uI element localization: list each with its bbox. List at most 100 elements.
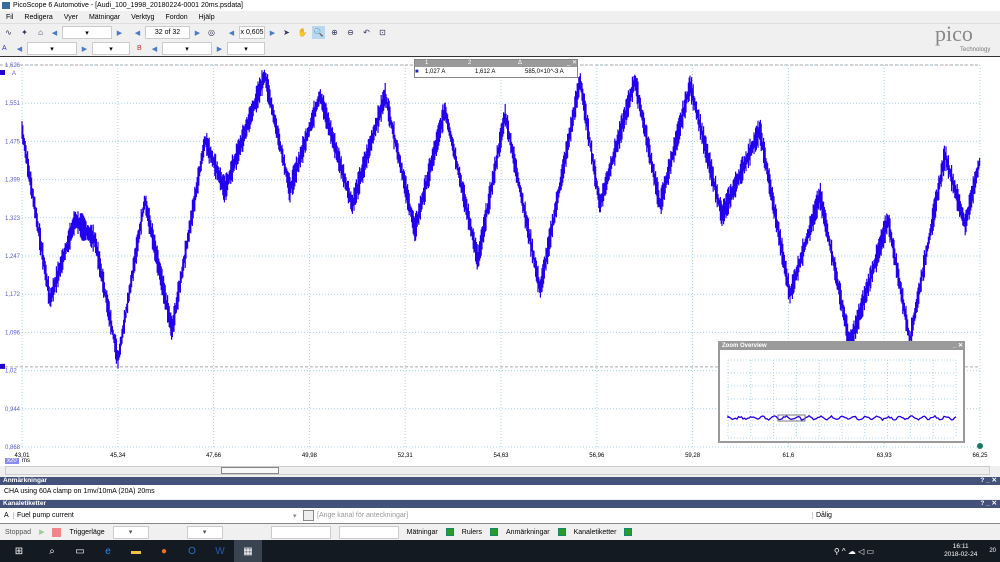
menu-views[interactable]: Vyer <box>64 14 78 21</box>
file-explorer-icon[interactable]: ▬ <box>122 540 150 562</box>
channel-b-range[interactable]: ▾ <box>162 42 212 55</box>
x-tick-label: 61,6 <box>783 453 795 459</box>
menu-edit[interactable]: Redigera <box>24 14 52 21</box>
channel-a-range[interactable]: ▾ <box>27 42 77 55</box>
zoom-in-icon[interactable]: ⊕ <box>328 26 341 39</box>
channel-label-row: A Fuel pump current ▾ [Ange kanal för an… <box>0 508 1000 524</box>
pre-trigger-field[interactable] <box>338 525 399 539</box>
ruler-value-delta: 585,0×10^-3 A <box>525 69 564 75</box>
app-icon <box>2 2 10 9</box>
tray-icons[interactable]: ⚲ ^ ☁ ◁ ▭ <box>834 547 874 556</box>
buffer-prev-icon[interactable]: ◀ <box>133 29 142 37</box>
x-scale-badge: x20 <box>5 458 19 464</box>
add-measurement-icon[interactable] <box>445 528 454 536</box>
notes-close-icon[interactable]: ? _ ✕ <box>980 477 1000 485</box>
next-icon[interactable]: ▶ <box>115 29 124 37</box>
zoom-overview-panel[interactable]: Zoom Overview _ ✕ <box>718 341 965 443</box>
quality-select[interactable]: Dålig <box>812 512 1000 519</box>
title-bar: PicoScope 6 Automotive - [Audi_100_1998_… <box>0 0 1000 11</box>
channel-labels-header: Kanaletiketter ? _ ✕ <box>0 500 1000 508</box>
scope-mode-icon[interactable]: ∿ <box>2 26 15 39</box>
menu-help[interactable]: Hjälp <box>199 14 215 21</box>
annotations-label: Anmärkningar <box>506 528 550 536</box>
zoom-overview-title: Zoom Overview <box>722 343 767 349</box>
taskbar: ⊞ ⌕ ▭ e ▬ ● O W ▦ ⚲ ^ ☁ ◁ ▭ 16:11 2018-02… <box>0 540 1000 562</box>
home-icon[interactable]: ⌂ <box>34 26 47 39</box>
x-tick-label: 63,93 <box>877 453 893 459</box>
x-tick-label: 45,34 <box>110 453 126 459</box>
menu-file[interactable]: Fil <box>6 14 13 21</box>
zoom-fit-icon[interactable]: ⊡ <box>376 26 389 39</box>
notifications-icon[interactable]: 20 <box>989 548 996 554</box>
x-tick-label: 56,96 <box>589 453 605 459</box>
channel-b-button[interactable]: B <box>137 45 147 52</box>
logo-text: pico <box>935 21 973 46</box>
buffer-field[interactable]: 32 of 32 <box>145 26 190 39</box>
zoom-out-icon[interactable]: ⊖ <box>344 26 357 39</box>
dropdown-icon[interactable]: ▾ <box>293 512 303 520</box>
channel-a-coupling[interactable]: ▾ <box>92 42 130 55</box>
scrollbar-thumb[interactable] <box>221 467 279 474</box>
more-button[interactable] <box>303 510 314 521</box>
a-next-icon[interactable]: ▶ <box>80 45 89 53</box>
zoom-next-icon[interactable]: ▶ <box>268 29 277 37</box>
stop-icon[interactable] <box>52 527 62 537</box>
hand-icon[interactable]: ✋ <box>296 26 309 39</box>
channel-a-button[interactable]: A <box>2 45 12 52</box>
buffer-next-icon[interactable]: ▶ <box>193 29 202 37</box>
a-prev-icon[interactable]: ◀ <box>15 45 24 53</box>
channel-labels-icon[interactable] <box>624 528 633 536</box>
pointer-icon[interactable]: ➤ <box>280 26 293 39</box>
ruler-col-1: 1 <box>425 60 429 66</box>
prev-icon[interactable]: ◀ <box>50 29 59 37</box>
wand-icon[interactable]: ✦ <box>18 26 31 39</box>
zoom-field[interactable]: x 0,605 <box>239 26 265 39</box>
channel-label-select[interactable]: Fuel pump current <box>13 512 293 519</box>
channel-label-channel: A <box>4 512 9 519</box>
clock-date: 2018-02-24 <box>944 551 978 558</box>
task-view-icon[interactable]: ▭ <box>66 540 94 562</box>
zoom-prev-icon[interactable]: ◀ <box>227 29 236 37</box>
menu-vehicle[interactable]: Fordon <box>165 14 187 21</box>
search-icon[interactable]: ⌕ <box>38 540 66 562</box>
y-tick-label: 1,02 <box>5 369 17 375</box>
zoom-overview-close-icon[interactable]: _ ✕ <box>953 343 963 350</box>
b-prev-icon[interactable]: ◀ <box>150 45 159 53</box>
compass-icon[interactable]: ◎ <box>205 26 218 39</box>
scope-view[interactable]: 1,626 1,551 1,475 1,399 1,323 1,247 1,172 1,096… <box>0 57 1000 475</box>
undo-zoom-icon[interactable]: ↶ <box>360 26 373 39</box>
edge-icon[interactable]: e <box>94 540 122 562</box>
trigger-channel-select[interactable]: ▾ <box>186 525 223 539</box>
channel-labels-close-icon[interactable]: ? _ ✕ <box>980 500 1000 508</box>
timebase-select[interactable]: ▾ <box>62 26 112 39</box>
picoscope-taskbar-icon[interactable]: ▦ <box>234 540 262 562</box>
menu-measurements[interactable]: Mätningar <box>89 14 120 21</box>
annotations-icon[interactable] <box>557 528 566 536</box>
menu-tools[interactable]: Verktyg <box>131 14 154 21</box>
y-tick-label: 0,944 <box>5 407 21 413</box>
y-tick-label: 1,172 <box>5 292 21 298</box>
ruler-close-icon[interactable]: _ ✕ <box>567 60 577 67</box>
trigger-level-field[interactable] <box>270 525 331 539</box>
firefox-icon[interactable]: ● <box>150 540 178 562</box>
ruler-handle-2 <box>0 363 5 369</box>
trigger-mode-select[interactable]: ▾ <box>112 525 149 539</box>
rulers-label: Rulers <box>461 528 483 536</box>
y-tick-label: 1,399 <box>5 178 21 184</box>
horizontal-scrollbar[interactable] <box>5 466 990 475</box>
outlook-icon[interactable]: O <box>178 540 206 562</box>
zoom-overview-chart[interactable] <box>720 350 963 441</box>
channel-b-coupling[interactable]: ▾ <box>227 42 265 55</box>
zoom-select-icon[interactable]: 🔍 <box>312 26 325 39</box>
rulers-icon[interactable] <box>490 528 499 536</box>
notes-textarea[interactable]: CHA using 60A clamp on 1mv/10mA (20A) 20… <box>0 485 1000 499</box>
b-next-icon[interactable]: ▶ <box>215 45 224 53</box>
word-icon[interactable]: W <box>206 540 234 562</box>
channel-labels-label: Kanaletiketter <box>573 528 617 536</box>
windows-start-icon[interactable]: ⊞ <box>0 540 38 562</box>
y-tick-label: 1,323 <box>5 216 21 222</box>
note-channel-input[interactable]: [Ange kanal för anteckningar] <box>317 512 812 519</box>
window-title: PicoScope 6 Automotive - [Audi_100_1998_… <box>13 2 244 9</box>
start-icon[interactable]: ▶ <box>39 528 44 536</box>
clock[interactable]: 16:11 2018-02-24 <box>944 543 977 559</box>
